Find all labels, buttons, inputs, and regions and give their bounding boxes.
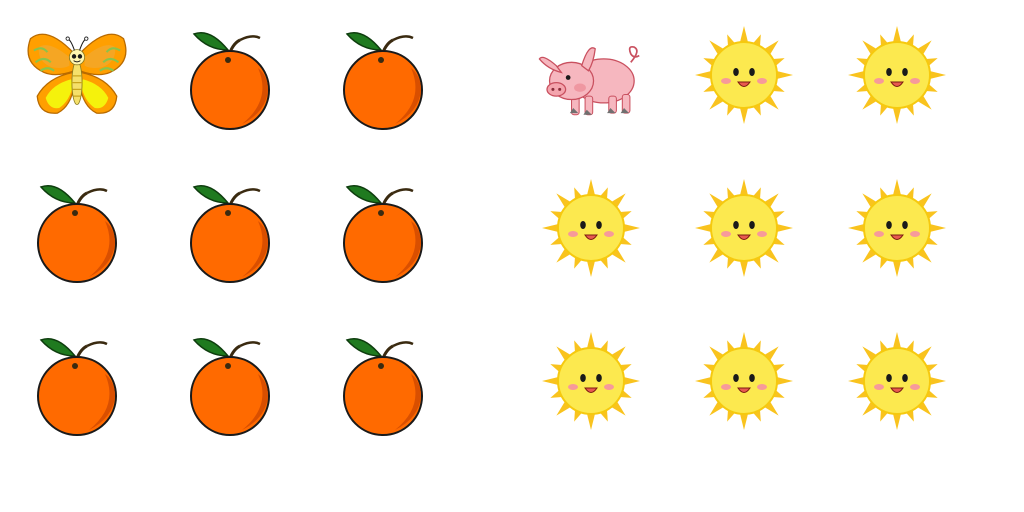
- orange-picture: [328, 173, 438, 283]
- orange-icon: [190, 32, 270, 130]
- sun-picture: [689, 20, 799, 130]
- sun-picture: [536, 173, 646, 283]
- sun-picture: [842, 326, 952, 436]
- sun-icon: [848, 26, 946, 124]
- sun-icon: [695, 332, 793, 430]
- orange-icon: [190, 185, 270, 283]
- pig-picture: [536, 20, 646, 130]
- right-picture-grid: [536, 20, 952, 436]
- orange-picture: [22, 173, 132, 283]
- sun-picture: [842, 173, 952, 283]
- orange-icon: [343, 338, 423, 436]
- sun-icon: [695, 179, 793, 277]
- sun-icon: [848, 332, 946, 430]
- sun-picture: [536, 326, 646, 436]
- orange-icon: [190, 338, 270, 436]
- sun-icon: [695, 26, 793, 124]
- sun-picture: [689, 173, 799, 283]
- left-picture-grid: [22, 20, 438, 436]
- orange-picture: [175, 20, 285, 130]
- orange-picture: [22, 326, 132, 436]
- pig-icon: [538, 45, 640, 116]
- sun-picture: [842, 20, 952, 130]
- orange-picture: [328, 326, 438, 436]
- orange-picture: [175, 326, 285, 436]
- orange-picture: [328, 20, 438, 130]
- orange-icon: [37, 185, 117, 283]
- orange-picture: [175, 173, 285, 283]
- orange-icon: [343, 32, 423, 130]
- butterfly-icon: [27, 33, 127, 114]
- sun-icon: [542, 179, 640, 277]
- sun-icon: [848, 179, 946, 277]
- orange-icon: [343, 185, 423, 283]
- butterfly-picture: [22, 20, 132, 130]
- orange-icon: [37, 338, 117, 436]
- sun-icon: [542, 332, 640, 430]
- sun-picture: [689, 326, 799, 436]
